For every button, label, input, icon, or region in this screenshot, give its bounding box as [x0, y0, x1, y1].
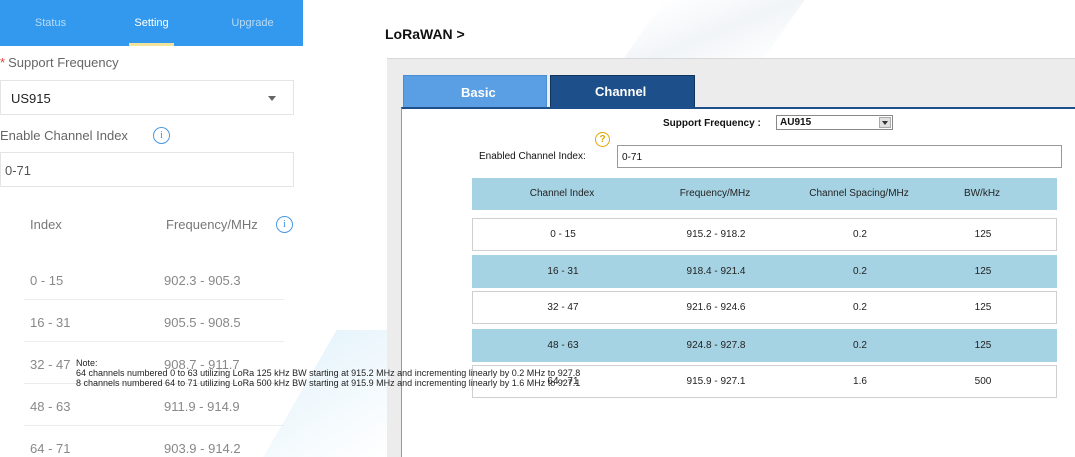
support-frequency-value: AU915	[780, 117, 812, 128]
channel-content: Support Frequency : AU915 Enabled Channe…	[401, 107, 1075, 457]
row-channel-index: 16 - 31	[547, 266, 579, 277]
required-asterisk: *	[0, 55, 6, 70]
row-bandwidth: 500	[974, 376, 992, 387]
enabled-channel-index-label: Enabled Channel Index:	[479, 151, 586, 162]
support-frequency-label: * Support Frequency	[0, 55, 119, 70]
note-title: Note:	[76, 358, 98, 368]
tab-setting[interactable]: Setting	[101, 0, 202, 46]
row-spacing: 0.2	[853, 266, 867, 277]
tab-upgrade[interactable]: Upgrade	[202, 0, 303, 46]
table-row: 0 - 15 915.2 - 918.2 0.2 125	[472, 218, 1057, 251]
tab-channel[interactable]: Channel	[550, 75, 695, 107]
mobile-app-panel: Status Setting Upgrade * Support Frequenc…	[0, 0, 312, 457]
row-index: 16 - 31	[30, 315, 71, 330]
row-index: 0 - 15	[30, 273, 64, 288]
channel-note: Note: 64 channels numbered 0 to 63 utili…	[76, 358, 580, 388]
row-frequency: 903.9 - 914.2	[164, 441, 241, 456]
table-row: 64 - 71 903.9 - 914.2	[24, 427, 284, 457]
page-title: LoRaWAN >	[385, 26, 465, 42]
frequency-info-icon[interactable]: i	[276, 216, 293, 233]
row-index: 64 - 71	[30, 441, 71, 456]
row-bandwidth: 125	[974, 340, 992, 351]
row-channel-index: 0 - 15	[550, 229, 576, 240]
tab-channel-label: Channel	[595, 84, 647, 99]
table-row: 16 - 31 905.5 - 908.5	[24, 301, 284, 342]
row-channel-index: 48 - 63	[547, 340, 579, 351]
table-row: 0 - 15 902.3 - 905.3	[24, 259, 284, 300]
mobile-tab-bar: Status Setting Upgrade	[0, 0, 303, 46]
row-spacing: 0.2	[853, 302, 867, 313]
frequency-column-header: Frequency/MHz	[166, 217, 258, 232]
enable-channel-index-input[interactable]: 0-71	[0, 152, 294, 187]
row-bandwidth: 125	[974, 229, 992, 240]
row-frequency: 918.4 - 921.4	[686, 266, 746, 277]
note-line-1: 64 channels numbered 0 to 63 utilizing L…	[76, 368, 581, 378]
row-frequency: 921.6 - 924.6	[686, 302, 746, 313]
row-index: 48 - 63	[30, 399, 71, 414]
enable-channel-index-value: 0-71	[5, 163, 32, 178]
row-spacing: 0.2	[853, 340, 867, 351]
row-spacing: 1.6	[853, 376, 867, 387]
table-row: 16 - 31 918.4 - 921.4 0.2 125	[472, 255, 1057, 288]
support-frequency-label: Support Frequency :	[663, 118, 761, 129]
tab-basic[interactable]: Basic	[403, 75, 547, 107]
chevron-down-icon	[879, 117, 891, 128]
enable-channel-index-label: Enable Channel Index	[0, 128, 128, 143]
table-row: 48 - 63 911.9 - 914.9	[24, 385, 284, 426]
index-column-header: Index	[30, 217, 62, 232]
enabled-channel-index-input[interactable]: 0-71	[617, 145, 1062, 168]
bandwidth-header: BW/kHz	[963, 188, 1001, 199]
row-channel-index: 32 - 47	[547, 302, 579, 313]
help-icon[interactable]: ?	[595, 132, 610, 147]
row-frequency: 911.9 - 914.9	[164, 399, 240, 414]
chevron-down-icon	[268, 96, 276, 101]
note-line-2: 8 channels numbered 64 to 71 utilizing L…	[76, 378, 581, 388]
row-frequency: 915.9 - 927.1	[686, 376, 746, 387]
tab-status[interactable]: Status	[0, 0, 101, 46]
row-frequency: 902.3 - 905.3	[164, 273, 241, 288]
row-frequency: 905.5 - 908.5	[164, 315, 241, 330]
channel-table-header: Channel Index Frequency/MHz Channel Spac…	[472, 178, 1057, 210]
support-frequency-select[interactable]: AU915	[776, 115, 893, 130]
row-index: 32 - 47	[30, 357, 71, 372]
row-spacing: 0.2	[853, 229, 867, 240]
tab-basic-label: Basic	[461, 85, 496, 100]
channel-index-header: Channel Index	[529, 188, 595, 199]
frequency-header: Frequency/MHz	[679, 188, 751, 199]
info-icon[interactable]: i	[153, 127, 170, 144]
support-frequency-select[interactable]: US915	[0, 80, 294, 115]
channel-spacing-header: Channel Spacing/MHz	[809, 188, 909, 199]
table-row: 32 - 47 921.6 - 924.6 0.2 125	[472, 291, 1057, 324]
lorawan-settings-panel: Basic Channel Support Frequency : AU915 …	[387, 58, 1075, 457]
row-frequency: 915.2 - 918.2	[686, 229, 746, 240]
row-bandwidth: 125	[974, 302, 992, 313]
enabled-channel-index-value: 0-71	[622, 152, 643, 163]
support-frequency-value: US915	[11, 91, 51, 106]
row-frequency: 924.8 - 927.8	[686, 340, 746, 351]
row-bandwidth: 125	[974, 266, 992, 277]
